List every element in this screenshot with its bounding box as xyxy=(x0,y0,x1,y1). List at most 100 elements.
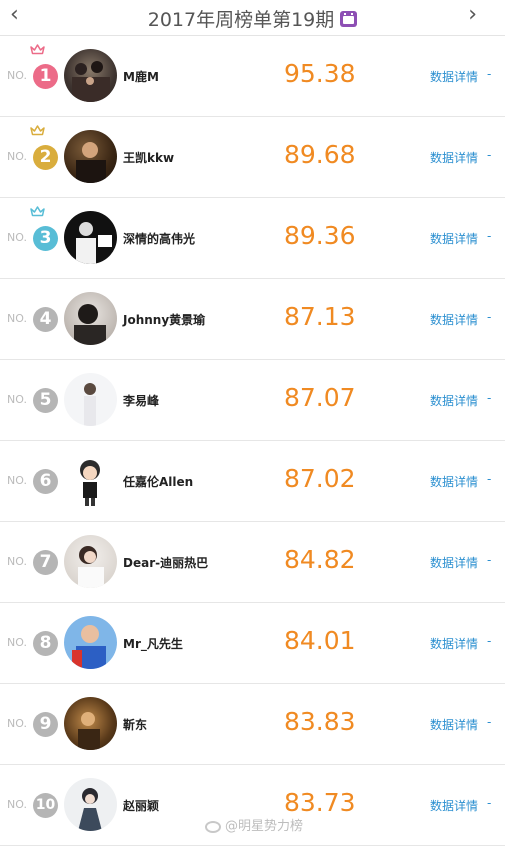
score: 87.07 xyxy=(284,383,356,412)
rank-badge: 1 xyxy=(33,64,58,89)
avatar-image xyxy=(76,142,106,183)
expand-icon[interactable]: - xyxy=(487,472,491,486)
avatar-image xyxy=(78,788,102,831)
avatar[interactable] xyxy=(64,454,117,507)
ranking-row[interactable]: NO. 4 Johnny黄景瑜 87.13 数据详情 - xyxy=(0,279,505,360)
data-detail-link[interactable]: 数据详情 xyxy=(430,230,478,247)
avatar[interactable] xyxy=(64,373,117,426)
avatar[interactable] xyxy=(64,292,117,345)
avatar[interactable] xyxy=(64,535,117,588)
data-detail-link[interactable]: 数据详情 xyxy=(430,311,478,328)
expand-icon[interactable]: - xyxy=(487,148,491,162)
user-name[interactable]: 李易峰 xyxy=(123,392,159,409)
user-name[interactable]: Mr_凡先生 xyxy=(123,635,183,652)
crown-icon xyxy=(30,44,45,55)
user-name[interactable]: 王凯kkw xyxy=(123,149,174,166)
user-name[interactable]: 靳东 xyxy=(123,716,147,733)
weibo-icon xyxy=(205,820,221,833)
avatar-image xyxy=(84,383,96,426)
user-name[interactable]: M鹿M xyxy=(123,68,159,85)
avatar[interactable] xyxy=(64,49,117,102)
score: 87.13 xyxy=(284,302,356,331)
expand-icon[interactable]: - xyxy=(487,391,491,405)
expand-icon[interactable]: - xyxy=(487,796,491,810)
rank-prefix: NO. xyxy=(7,150,27,163)
rank-badge: 5 xyxy=(33,388,58,413)
rank-badge: 6 xyxy=(33,469,58,494)
rank-prefix: NO. xyxy=(7,312,27,325)
avatar[interactable] xyxy=(64,130,117,183)
rank-badge: 2 xyxy=(33,145,58,170)
avatar[interactable] xyxy=(64,616,117,669)
ranking-row[interactable]: NO. 3 深情的高伟光 89.36 数据详情 - xyxy=(0,198,505,279)
user-name[interactable]: 赵丽颖 xyxy=(123,797,159,814)
rank-prefix: NO. xyxy=(7,231,27,244)
user-name[interactable]: 任嘉伦Allen xyxy=(123,473,193,490)
data-detail-link[interactable]: 数据详情 xyxy=(430,68,478,85)
crown-icon xyxy=(30,125,45,136)
score: 89.68 xyxy=(284,140,356,169)
ranking-row[interactable]: NO. 1 M鹿M 95.38 数据详情 - xyxy=(0,36,505,117)
avatar-image xyxy=(78,546,104,588)
data-detail-link[interactable]: 数据详情 xyxy=(430,716,478,733)
ranking-list: NO. 1 M鹿M 95.38 数据详情 - NO. 2 王凯kkw 89.68… xyxy=(0,36,505,846)
watermark-text: @明星势力榜 xyxy=(225,819,304,834)
rank-badge: 3 xyxy=(33,226,58,251)
title-area: 2017年周榜单第19期 xyxy=(0,5,505,32)
data-detail-link[interactable]: 数据详情 xyxy=(430,392,478,409)
expand-icon[interactable]: - xyxy=(487,634,491,648)
score: 87.02 xyxy=(284,464,356,493)
expand-icon[interactable]: - xyxy=(487,229,491,243)
avatar-image xyxy=(78,712,100,750)
rank-badge: 9 xyxy=(33,712,58,737)
data-detail-link[interactable]: 数据详情 xyxy=(430,554,478,571)
expand-icon[interactable]: - xyxy=(487,67,491,81)
avatar[interactable] xyxy=(64,697,117,750)
ranking-row[interactable]: NO. 9 靳东 83.83 数据详情 - xyxy=(0,684,505,765)
avatar[interactable] xyxy=(64,778,117,831)
data-detail-link[interactable]: 数据详情 xyxy=(430,797,478,814)
rank-prefix: NO. xyxy=(7,798,27,811)
avatar-image xyxy=(80,460,100,506)
rank-prefix: NO. xyxy=(7,717,27,730)
ranking-row[interactable]: NO. 8 Mr_凡先生 84.01 数据详情 - xyxy=(0,603,505,684)
rank-badge: 8 xyxy=(33,631,58,656)
rank-prefix: NO. xyxy=(7,555,27,568)
page-title: 2017年周榜单第19期 xyxy=(147,9,335,31)
user-name[interactable]: Dear-迪丽热巴 xyxy=(123,554,208,571)
ranking-row[interactable]: NO. 6 任嘉伦Allen 87.02 数据详情 - xyxy=(0,441,505,522)
expand-icon[interactable]: - xyxy=(487,553,491,567)
user-name[interactable]: Johnny黄景瑜 xyxy=(123,311,205,328)
rank-badge: 10 xyxy=(33,793,58,818)
watermark: @明星势力榜 xyxy=(205,815,303,834)
expand-icon[interactable]: - xyxy=(487,715,491,729)
score: 84.01 xyxy=(284,626,356,655)
score: 95.38 xyxy=(284,59,356,88)
rank-badge: 7 xyxy=(33,550,58,575)
score: 83.83 xyxy=(284,707,356,736)
rank-prefix: NO. xyxy=(7,474,27,487)
user-name[interactable]: 深情的高伟光 xyxy=(123,230,195,247)
next-week-icon[interactable]: › xyxy=(468,2,477,27)
avatar-image xyxy=(76,222,112,264)
rank-prefix: NO. xyxy=(7,636,27,649)
ranking-row[interactable]: NO. 7 Dear-迪丽热巴 84.82 数据详情 - xyxy=(0,522,505,603)
avatar-image xyxy=(72,61,110,102)
data-detail-link[interactable]: 数据详情 xyxy=(430,149,478,166)
ranking-row[interactable]: NO. 5 李易峰 87.07 数据详情 - xyxy=(0,360,505,441)
data-detail-link[interactable]: 数据详情 xyxy=(430,473,478,490)
avatar-image xyxy=(72,625,106,669)
top-bar: ‹ 2017年周榜单第19期 › xyxy=(0,0,505,36)
rank-prefix: NO. xyxy=(7,69,27,82)
rank-prefix: NO. xyxy=(7,393,27,406)
rank-badge: 4 xyxy=(33,307,58,332)
score: 83.73 xyxy=(284,788,356,817)
avatar[interactable] xyxy=(64,211,117,264)
expand-icon[interactable]: - xyxy=(487,310,491,324)
data-detail-link[interactable]: 数据详情 xyxy=(430,635,478,652)
avatar-image xyxy=(74,304,106,345)
ranking-row[interactable]: NO. 2 王凯kkw 89.68 数据详情 - xyxy=(0,117,505,198)
calendar-icon[interactable] xyxy=(340,10,358,27)
score: 84.82 xyxy=(284,545,356,574)
score: 89.36 xyxy=(284,221,356,250)
